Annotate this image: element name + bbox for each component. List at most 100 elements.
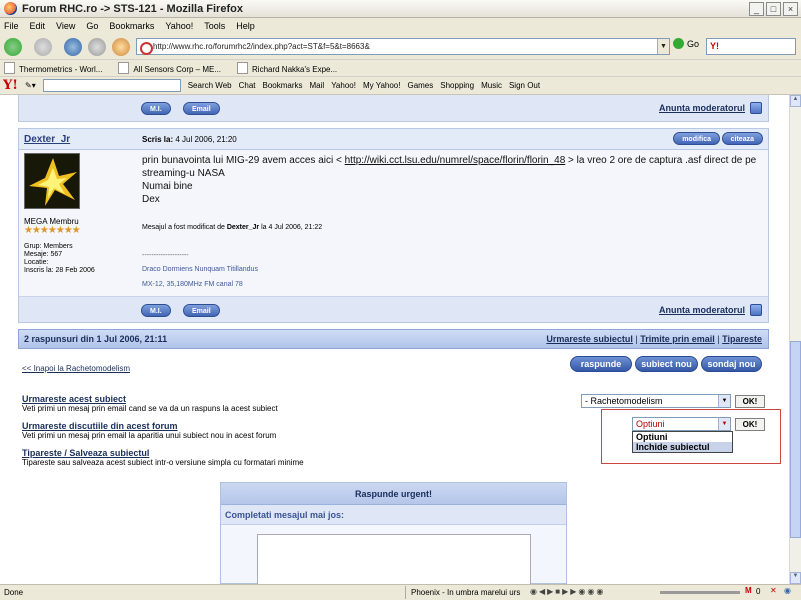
quick-reply-textarea[interactable] xyxy=(257,534,531,584)
email-topic-link[interactable]: Trimite prin email xyxy=(640,334,715,344)
post-link[interactable]: http://wiki.cct.lsu.edu/numrel/space/flo… xyxy=(345,155,566,166)
mail-icon[interactable]: M xyxy=(745,586,752,595)
option-track-topic-desc: Veti primi un mesaj prin email cand se v… xyxy=(22,404,278,413)
menu-tools[interactable]: Tools xyxy=(204,21,225,31)
option-print-topic[interactable]: Tipareste / Salveaza subiectul xyxy=(22,448,304,458)
topic-summary-bar: 2 raspunsuri din 1 Jul 2006, 21:11 Urmar… xyxy=(18,329,769,349)
mod-option-close-topic[interactable]: Inchide subiectul xyxy=(633,442,732,452)
post-author[interactable]: Dexter_Jr xyxy=(24,134,70,145)
report-link[interactable]: Anunta moderatorul xyxy=(659,305,745,315)
yahoo-myyahoo[interactable]: My Yahoo! xyxy=(363,81,401,90)
search-box[interactable]: Y! xyxy=(706,38,796,55)
menu-bookmarks[interactable]: Bookmarks xyxy=(109,21,154,31)
email-button[interactable]: Email xyxy=(183,304,220,317)
bookmark-allsensors[interactable]: All Sensors Corp – ME... xyxy=(118,62,221,74)
yahoo-music[interactable]: Music xyxy=(481,81,502,90)
track-topic-link[interactable]: Urmareste subiectul xyxy=(546,334,633,344)
yahoo-chat[interactable]: Chat xyxy=(239,81,256,90)
address-dropdown-icon[interactable]: ▼ xyxy=(657,39,669,54)
user-joined: Inscris la: 28 Feb 2006 xyxy=(24,267,95,274)
mi-button[interactable]: M.I. xyxy=(141,102,171,115)
report-arrow-icon[interactable] xyxy=(750,304,762,317)
yahoo-signout[interactable]: Sign Out xyxy=(509,81,540,90)
yahoo-shopping[interactable]: Shopping xyxy=(440,81,474,90)
rank-stars: ★★★★★★★ xyxy=(24,225,81,236)
bookmark-nakka[interactable]: Richard Nakka's Expe... xyxy=(237,62,337,74)
user-meta: Grup: Members Mesaje: 567 Locatie: Inscr… xyxy=(24,243,95,275)
menu-file[interactable]: File xyxy=(4,21,19,31)
forum-jump-select[interactable]: - Rachetomodelism ▼ xyxy=(581,394,731,408)
email-button[interactable]: Email xyxy=(183,102,220,115)
settings-icon[interactable]: ◉ xyxy=(784,586,791,595)
pencil-icon[interactable]: ✎▾ xyxy=(25,81,36,90)
yahoo-status-icon[interactable]: ✕ xyxy=(770,586,777,595)
reply-button[interactable]: raspunde xyxy=(570,356,632,372)
scroll-up-icon[interactable]: ▲ xyxy=(790,95,801,107)
yahoo-bookmarks[interactable]: Bookmarks xyxy=(263,81,303,90)
volume-slider[interactable] xyxy=(660,591,740,594)
forum-jump-ok-button[interactable]: OK! xyxy=(735,395,765,408)
mod-options-ok-button[interactable]: OK! xyxy=(735,418,765,431)
menu-view[interactable]: View xyxy=(56,21,75,31)
avatar-image xyxy=(25,154,79,208)
mi-button[interactable]: M.I. xyxy=(141,304,171,317)
mod-options-select[interactable]: Optiuni ▼ xyxy=(632,417,731,431)
media-controls[interactable]: ◉◀▶■▶▶◉◉◉ xyxy=(530,587,605,596)
chevron-down-icon[interactable]: ▼ xyxy=(718,395,730,407)
forward-arrow-icon[interactable] xyxy=(34,38,52,56)
yahoo-yahoo[interactable]: Yahoo! xyxy=(331,81,356,90)
user-group: Grup: Members xyxy=(24,243,73,250)
home-icon[interactable] xyxy=(112,38,130,56)
new-topic-button[interactable]: subiect nou xyxy=(635,356,698,372)
yahoo-search-web[interactable]: Search Web xyxy=(188,81,232,90)
go-arrow-icon xyxy=(673,38,684,49)
vertical-scrollbar[interactable]: ▲ ▼ xyxy=(789,95,801,584)
post-footer: M.I. Email Anunta moderatorul xyxy=(18,296,769,323)
yahoo-logo[interactable]: Y! xyxy=(3,78,18,93)
back-link[interactable]: << Inapoi la Rachetomodelism xyxy=(22,364,130,373)
scroll-thumb[interactable] xyxy=(790,341,801,538)
go-label: Go xyxy=(687,38,700,49)
quick-reply-panel: Raspunde urgent! Completati mesajul mai … xyxy=(220,482,567,584)
chevron-down-icon[interactable]: ▼ xyxy=(718,418,730,430)
page-content: M.I. Email Anunta moderatorul Dexter_Jr … xyxy=(0,95,789,584)
close-button[interactable]: × xyxy=(783,2,798,16)
menu-go[interactable]: Go xyxy=(86,21,98,31)
mod-option-optiuni[interactable]: Optiuni xyxy=(633,432,732,442)
yahoo-toolbar: Y! ✎▾ Search Web Chat Bookmarks Mail Yah… xyxy=(0,77,801,95)
mail-count: 0 xyxy=(756,587,761,596)
yahoo-mail[interactable]: Mail xyxy=(310,81,325,90)
scroll-down-icon[interactable]: ▼ xyxy=(790,572,801,584)
report-arrow-icon[interactable] xyxy=(750,102,762,115)
url-text: http://www.rhc.ro/forumrhc2/index.php?ac… xyxy=(153,42,370,51)
go-button[interactable]: Go xyxy=(673,38,699,49)
post-date: 4 Jul 2006, 21:20 xyxy=(175,135,237,144)
menu-edit[interactable]: Edit xyxy=(30,21,46,31)
menu-yahoo[interactable]: Yahoo! xyxy=(165,21,193,31)
user-location: Locatie: xyxy=(24,259,49,266)
option-track-topic[interactable]: Urmareste acest subiect xyxy=(22,394,304,404)
bookmark-thermometrics[interactable]: Thermometrics - Worl... xyxy=(4,62,102,74)
mod-options-list: Optiuni Inchide subiectul xyxy=(632,431,733,453)
minimize-button[interactable]: _ xyxy=(749,2,764,16)
edit-button[interactable]: modifica xyxy=(673,132,720,145)
avatar xyxy=(24,153,80,209)
address-bar[interactable]: http://www.rhc.ro/forumrhc2/index.php?ac… xyxy=(136,38,670,55)
replies-summary: 2 raspunsuri din 1 Jul 2006, 21:11 xyxy=(24,334,168,344)
written-label: Scris la: xyxy=(142,135,174,144)
post-line-2: Numai bine xyxy=(142,181,193,192)
maximize-button[interactable]: □ xyxy=(766,2,781,16)
new-poll-button[interactable]: sondaj nou xyxy=(701,356,762,372)
yahoo-search-icon: Y! xyxy=(710,41,719,51)
print-topic-link[interactable]: Tipareste xyxy=(722,334,762,344)
back-arrow-icon[interactable] xyxy=(4,38,22,56)
report-link[interactable]: Anunta moderatorul xyxy=(659,103,745,113)
menu-help[interactable]: Help xyxy=(236,21,255,31)
quote-button[interactable]: citeaza xyxy=(721,132,763,145)
yahoo-search-input[interactable] xyxy=(42,79,181,92)
option-track-forum[interactable]: Urmareste discutiile din acest forum xyxy=(22,421,304,431)
reload-icon[interactable] xyxy=(64,38,82,56)
yahoo-games[interactable]: Games xyxy=(407,81,433,90)
stop-icon[interactable] xyxy=(88,38,106,56)
edit-note-author: Dexter_Jr xyxy=(226,224,260,231)
